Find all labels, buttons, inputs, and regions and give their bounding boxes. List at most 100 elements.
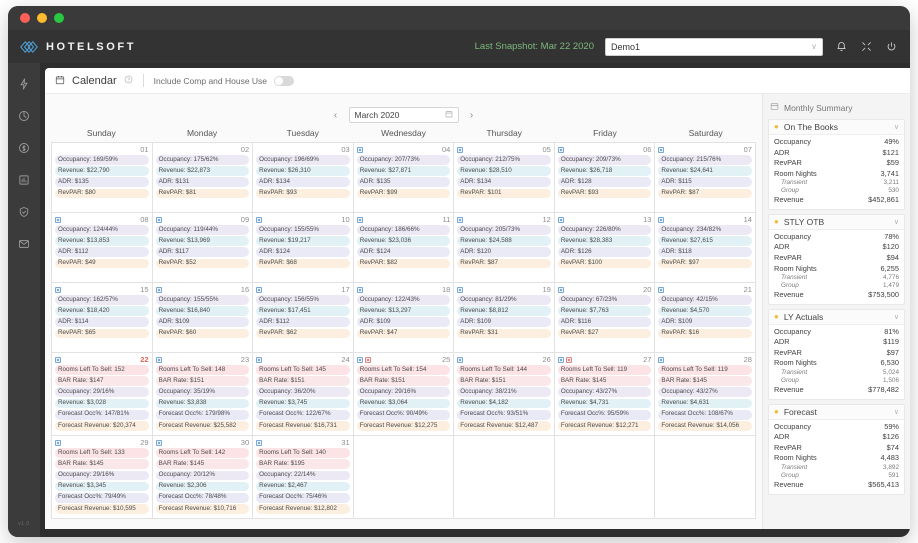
summary-card-header[interactable]: ● STLY OTB ∨	[769, 214, 904, 230]
bell-icon[interactable]	[834, 40, 848, 54]
note-flag-icon[interactable]	[356, 146, 363, 153]
minimize-window-button[interactable]	[37, 13, 47, 23]
chevron-down-icon[interactable]: ∨	[894, 313, 899, 321]
power-icon[interactable]	[884, 40, 898, 54]
previous-month-button[interactable]: ‹	[331, 110, 341, 121]
note-flag-icon[interactable]	[557, 216, 564, 223]
calendar-day-cell[interactable]: 23 Rooms Left To Sell: 148 BAR Rate: $151 O…	[152, 353, 254, 437]
calendar-metric-row: Occupancy: 67/23%	[557, 295, 652, 305]
note-flag-icon[interactable]	[55, 439, 61, 446]
calendar-day-cell[interactable]: 06 Occupancy: 209/73% Revenue: $26,718 ADR:…	[554, 143, 656, 213]
note-flag-icon[interactable]	[457, 216, 464, 223]
note-flag-icon[interactable]	[256, 439, 263, 446]
calendar-day-cell[interactable]: 03 Occupancy: 196/69% Revenue: $26,310 ADR:…	[253, 143, 354, 213]
note-flag-icon[interactable]	[256, 286, 263, 293]
calendar-day-cell[interactable]: 21 Occupancy: 42/15% Revenue: $4,570 ADR: $…	[655, 283, 756, 353]
alert-flag-icon[interactable]	[364, 356, 371, 363]
sidebar-item-dashboard[interactable]	[17, 77, 31, 91]
summary-row-label: Group	[781, 472, 799, 480]
note-flag-icon[interactable]	[55, 286, 61, 293]
calendar-day-cell[interactable]: 28 Rooms Left To Sell: 119 BAR Rate: $145 O…	[655, 353, 756, 437]
calendar-day-cell[interactable]: 10 Occupancy: 155/55% Revenue: $19,217 ADR:…	[253, 213, 354, 283]
summary-card-header[interactable]: ● On The Books ∨	[769, 120, 904, 135]
calendar-day-cell[interactable]: 24 Rooms Left To Sell: 145 BAR Rate: $151 O…	[253, 353, 354, 437]
calendar-day-cell[interactable]: 05 Occupancy: 212/75% Revenue: $28,510 ADR:…	[454, 143, 555, 213]
calendar-day-cell[interactable]: 09 Occupancy: 119/44% Revenue: $13,969 ADR:…	[152, 213, 254, 283]
calendar-day-cell[interactable]: 15 Occupancy: 162/57% Revenue: $18,420 ADR:…	[52, 283, 153, 353]
summary-card-header[interactable]: ● LY Actuals ∨	[769, 309, 904, 325]
calendar-day-cell[interactable]: 30 Rooms Left To Sell: 142 BAR Rate: $145 O…	[152, 436, 254, 520]
calendar-metric-row: Forecast Occ%: 75/46%	[256, 492, 350, 503]
chevron-down-icon[interactable]: ∨	[894, 218, 899, 226]
sidebar-item-revenue[interactable]	[17, 141, 31, 155]
chevron-down-icon[interactable]: ∨	[894, 408, 899, 416]
note-flag-icon[interactable]	[658, 216, 665, 223]
calendar-day-cell[interactable]: 01 Occupancy: 169/59% Revenue: $22,790 ADR:…	[52, 143, 153, 213]
calendar-metric-row: ADR: $109	[155, 317, 250, 328]
calendar-day-cell[interactable]: 20 Occupancy: 67/23% Revenue: $7,763 ADR: $…	[554, 283, 656, 353]
calendar-day-cell[interactable]: 02 Occupancy: 175/62% Revenue: $22,873 ADR:…	[152, 143, 254, 213]
calendar-day-cell[interactable]: 12 Occupancy: 205/73% Revenue: $24,588 ADR:…	[454, 213, 555, 283]
note-flag-icon[interactable]	[256, 216, 263, 223]
note-flag-icon[interactable]	[155, 356, 162, 363]
alert-flag-icon[interactable]	[565, 356, 572, 363]
sidebar-item-reports[interactable]	[17, 173, 31, 187]
calendar-day-number: 30	[240, 438, 250, 448]
note-flag-icon[interactable]	[356, 286, 363, 293]
calendar-day-cell[interactable]: 07 Occupancy: 215/76% Revenue: $24,641 ADR:…	[655, 143, 756, 213]
calendar-metric-row: ADR: $120	[457, 247, 551, 258]
summary-card-header[interactable]: ● Forecast ∨	[769, 404, 904, 420]
close-window-button[interactable]	[20, 13, 30, 23]
sidebar-item-security[interactable]	[17, 205, 31, 219]
calendar-metric-row: Occupancy: 209/73%	[557, 155, 652, 165]
note-flag-icon[interactable]	[155, 216, 162, 223]
note-flag-icon[interactable]	[356, 216, 363, 223]
chevron-down-icon[interactable]: ∨	[894, 123, 899, 131]
calendar-day-cell[interactable]: 26 Rooms Left To Sell: 144 BAR Rate: $151 O…	[454, 353, 555, 437]
calendar-day-flags	[457, 356, 464, 363]
sidebar-item-analytics[interactable]	[17, 109, 31, 123]
note-flag-icon[interactable]	[658, 146, 665, 153]
calendar-day-cell[interactable]: 27 Rooms Left To Sell: 119 BAR Rate: $145 O…	[554, 353, 656, 437]
note-flag-icon[interactable]	[457, 286, 464, 293]
note-flag-icon[interactable]	[55, 216, 61, 223]
calendar-day-cell[interactable]: 19 Occupancy: 81/29% Revenue: $8,812 ADR: $…	[454, 283, 555, 353]
calendar-day-cell[interactable]: 14 Occupancy: 234/82% Revenue: $27,615 ADR:…	[655, 213, 756, 283]
note-flag-icon[interactable]	[256, 356, 263, 363]
sidebar-item-messages[interactable]	[17, 237, 31, 251]
calendar-day-cell[interactable]: 29 Rooms Left To Sell: 133 BAR Rate: $145 O…	[52, 436, 153, 520]
calendar-metric-row: Rooms Left To Sell: 144	[457, 365, 551, 375]
calendar-day-cell[interactable]: 18 Occupancy: 122/43% Revenue: $13,297 ADR:…	[353, 283, 455, 353]
help-icon[interactable]	[124, 75, 133, 86]
calendar-day-cell[interactable]: 22 Rooms Left To Sell: 152 BAR Rate: $147 O…	[52, 353, 153, 437]
note-flag-icon[interactable]	[557, 146, 564, 153]
comp-house-use-toggle[interactable]	[274, 75, 295, 86]
calendar-metric-row: Occupancy: 81/29%	[457, 295, 551, 305]
calendar-day-cell[interactable]: 25 Rooms Left To Sell: 154 BAR Rate: $151 O…	[353, 353, 455, 437]
next-month-button[interactable]: ›	[467, 110, 477, 121]
note-flag-icon[interactable]	[658, 356, 665, 363]
note-flag-icon[interactable]	[155, 439, 162, 446]
note-flag-icon[interactable]	[457, 146, 464, 153]
calendar-day-cell[interactable]: 11 Occupancy: 186/66% Revenue: $23,036 ADR:…	[353, 213, 455, 283]
calendar-day-cell[interactable]: 13 Occupancy: 226/80% Revenue: $28,383 ADR:…	[554, 213, 656, 283]
note-flag-icon[interactable]	[155, 286, 162, 293]
bulb-icon: ●	[774, 122, 779, 131]
calendar-day-cell[interactable]: 16 Occupancy: 155/55% Revenue: $16,840 ADR:…	[152, 283, 254, 353]
property-select[interactable]: Demo1 ∨	[605, 37, 823, 56]
calendar-day-cell[interactable]: 08 Occupancy: 124/44% Revenue: $13,853 ADR:…	[52, 213, 153, 283]
rail-footer-version: v1.0	[18, 521, 30, 527]
calendar-day-cell[interactable]: 04 Occupancy: 207/73% Revenue: $27,871 ADR:…	[353, 143, 455, 213]
note-flag-icon[interactable]	[457, 356, 464, 363]
note-flag-icon[interactable]	[55, 356, 61, 363]
calendar-day-cell[interactable]: 17 Occupancy: 156/55% Revenue: $17,451 ADR:…	[253, 283, 354, 353]
maximize-window-button[interactable]	[54, 13, 64, 23]
calendar-day-cell[interactable]: 31 Rooms Left To Sell: 140 BAR Rate: $195 O…	[253, 436, 354, 520]
note-flag-icon[interactable]	[658, 286, 665, 293]
expand-icon[interactable]	[859, 40, 873, 54]
note-flag-icon[interactable]	[356, 356, 363, 363]
content-area: Calendar Include Comp and House Use ‹ Ma…	[45, 68, 910, 529]
note-flag-icon[interactable]	[557, 356, 564, 363]
note-flag-icon[interactable]	[557, 286, 564, 293]
month-picker[interactable]: March 2020	[348, 107, 459, 123]
